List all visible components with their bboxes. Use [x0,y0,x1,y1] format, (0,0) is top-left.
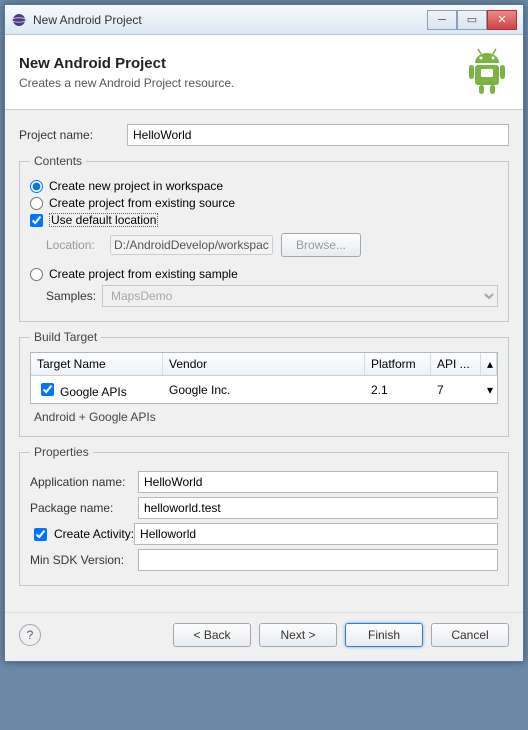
location-input [110,235,273,255]
radio-new-workspace[interactable] [30,180,43,193]
radio-existing-source-label: Create project from existing source [49,196,235,210]
android-icon [465,47,509,97]
build-target-legend: Build Target [30,330,101,344]
scroll-up-icon[interactable]: ▴ [481,353,497,375]
contents-legend: Contents [30,154,86,168]
dialog-window: New Android Project ─ ▭ ✕ New Android Pr… [4,4,524,662]
close-button[interactable]: ✕ [487,10,517,30]
wizard-footer: ? < Back Next > Finish Cancel [5,612,523,661]
radio-existing-sample[interactable] [30,268,43,281]
contents-group: Contents Create new project in workspace… [19,154,509,322]
finish-button[interactable]: Finish [345,623,423,647]
checkbox-create-activity[interactable] [34,528,47,541]
cancel-button[interactable]: Cancel [431,623,509,647]
properties-legend: Properties [30,445,93,459]
checkbox-default-location[interactable] [30,214,43,227]
page-subtitle: Creates a new Android Project resource. [19,76,465,90]
location-label: Location: [46,238,102,252]
build-target-group: Build Target Target Name Vendor Platform… [19,330,509,437]
titlebar[interactable]: New Android Project ─ ▭ ✕ [5,5,523,35]
col-target[interactable]: Target Name [31,353,163,375]
create-activity-label: Create Activity: [54,527,134,541]
window-title: New Android Project [33,13,427,27]
wizard-header: New Android Project Creates a new Androi… [5,35,523,110]
package-name-label: Package name: [30,501,138,515]
samples-select: MapsDemo [102,285,498,307]
scroll-down-icon[interactable]: ▾ [481,379,497,401]
properties-group: Properties Application name: Package nam… [19,445,509,586]
radio-existing-source[interactable] [30,197,43,210]
minimize-button[interactable]: ─ [427,10,457,30]
browse-button: Browse... [281,233,361,257]
table-row[interactable]: Google APIs Google Inc. 2.1 7 ▾ [31,376,497,403]
min-sdk-input[interactable] [138,549,498,571]
samples-label: Samples: [46,289,102,303]
build-target-table: Target Name Vendor Platform API ... ▴ Go… [30,352,498,404]
eclipse-icon [11,12,27,28]
app-name-input[interactable] [138,471,498,493]
radio-existing-sample-label: Create project from existing sample [49,267,238,281]
build-target-note: Android + Google APIs [30,404,498,426]
page-title: New Android Project [19,55,465,72]
back-button[interactable]: < Back [173,623,251,647]
min-sdk-label: Min SDK Version: [30,553,138,567]
radio-new-workspace-label: Create new project in workspace [49,179,223,193]
col-vendor[interactable]: Vendor [163,353,365,375]
activity-name-input[interactable] [134,523,498,545]
app-name-label: Application name: [30,475,138,489]
project-name-input[interactable] [127,124,509,146]
target-checkbox[interactable] [41,383,54,396]
project-name-label: Project name: [19,128,127,142]
checkbox-default-location-label: Use default location [49,213,158,227]
maximize-button[interactable]: ▭ [457,10,487,30]
help-button[interactable]: ? [19,624,41,646]
next-button[interactable]: Next > [259,623,337,647]
col-platform[interactable]: Platform [365,353,431,375]
col-api[interactable]: API ... [431,353,481,375]
package-name-input[interactable] [138,497,498,519]
